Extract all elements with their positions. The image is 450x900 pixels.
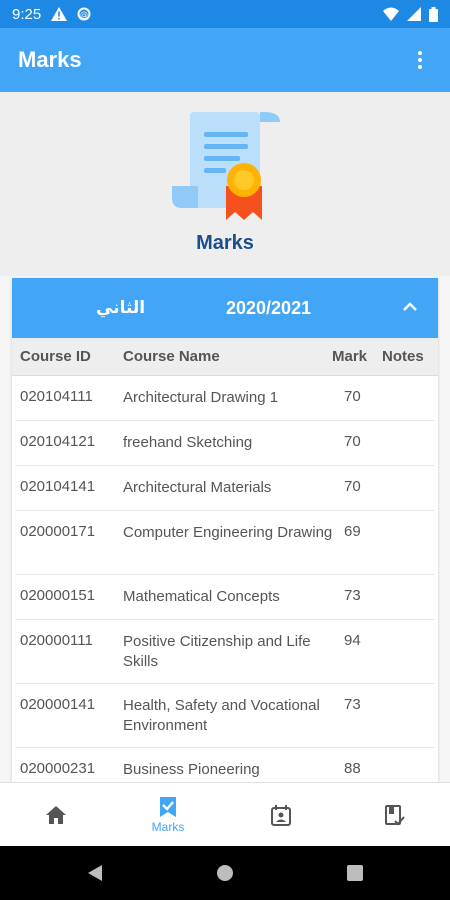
status-bar: 9:25 @ [0, 0, 450, 28]
column-header-course-id: Course ID [20, 348, 91, 365]
nav-item-marks[interactable]: Marks [112, 783, 224, 847]
wifi-icon [383, 7, 399, 21]
nav-label-marks: Marks [151, 820, 185, 834]
marks-table: 020104111 Architectural Drawing 1 70 020… [12, 376, 438, 782]
table-row: 020104111 Architectural Drawing 1 70 [16, 376, 434, 421]
table-header: Course ID Course Name Mark Notes [12, 338, 438, 376]
column-header-mark: Mark [332, 348, 368, 365]
course-mark: 73 [344, 696, 361, 713]
column-header-notes: Notes [382, 348, 424, 365]
course-id: 020104141 [20, 478, 96, 495]
course-name: Health, Safety and Vocational Environmen… [123, 697, 320, 734]
home-icon [46, 806, 66, 824]
hero-section: Marks [0, 92, 450, 276]
nav-item-courses[interactable] [338, 783, 450, 847]
course-name: freehand Sketching [123, 434, 253, 451]
year-label: 2020/2021 [226, 297, 312, 318]
course-id: 020000231 [20, 760, 96, 777]
warning-icon [51, 7, 68, 21]
battery-icon [429, 6, 438, 22]
table-row: 020000111 Positive Citizenship and Life … [16, 620, 434, 684]
table-row: 020104141 Architectural Materials 70 [16, 466, 434, 511]
course-mark: 73 [344, 587, 361, 604]
term-label: الثاني [96, 298, 146, 318]
more-vert-icon[interactable] [408, 48, 432, 72]
table-row: 020000151 Mathematical Concepts 73 [16, 575, 434, 620]
column-header-course-name: Course Name [123, 348, 220, 365]
back-icon[interactable] [86, 864, 104, 882]
course-name: Mathematical Concepts [123, 588, 280, 605]
marks-icon [160, 797, 176, 817]
course-mark: 70 [344, 433, 361, 450]
course-id: 020104111 [20, 388, 93, 405]
hero-title: Marks [196, 232, 254, 254]
course-id: 020000151 [20, 587, 96, 604]
course-mark: 70 [344, 478, 361, 495]
table-row: 020000141 Health, Safety and Vocational … [16, 684, 434, 748]
schedule-icon [271, 805, 291, 826]
nav-item-home[interactable] [0, 783, 112, 847]
course-mark: 88 [344, 760, 361, 777]
course-mark: 70 [344, 388, 361, 405]
course-id: 020000111 [20, 632, 93, 649]
data-saver-icon: @ [77, 7, 91, 21]
bottom-navigation: Marks [0, 782, 450, 846]
course-name: Architectural Materials [123, 479, 272, 496]
app-bar-title: Marks [18, 47, 82, 72]
course-name: Architectural Drawing 1 [123, 389, 279, 406]
course-mark: 69 [344, 523, 361, 540]
book-check-icon [385, 805, 405, 826]
svg-text:@: @ [80, 10, 88, 19]
term-header[interactable]: الثاني 2020/2021 [12, 278, 438, 338]
table-row: 020104121 freehand Sketching 70 [16, 421, 434, 466]
system-navigation-bar [0, 846, 450, 900]
course-id: 020104121 [20, 433, 96, 450]
nav-item-schedule[interactable] [225, 783, 337, 847]
app-bar: Marks [0, 28, 450, 92]
course-id: 020000141 [20, 696, 96, 713]
course-name: Positive Citizenship and Life Skills [123, 633, 311, 670]
chevron-up-icon[interactable] [402, 300, 418, 312]
status-time: 9:25 [12, 5, 42, 23]
course-mark: 94 [344, 632, 361, 649]
table-row: 020000231 Business Pioneering 88 [16, 748, 434, 782]
home-circle-icon[interactable] [216, 864, 234, 882]
certificate-icon [172, 112, 280, 220]
course-id: 020000171 [20, 523, 96, 540]
term-card: الثاني 2020/2021 Course ID Course Name M… [12, 278, 438, 782]
table-row: 020000171 Computer Engineering Drawing 6… [16, 511, 434, 575]
course-name: Computer Engineering Drawing [123, 524, 333, 541]
recents-icon[interactable] [346, 864, 364, 882]
signal-icon [407, 7, 421, 21]
course-name: Business Pioneering [123, 761, 260, 778]
